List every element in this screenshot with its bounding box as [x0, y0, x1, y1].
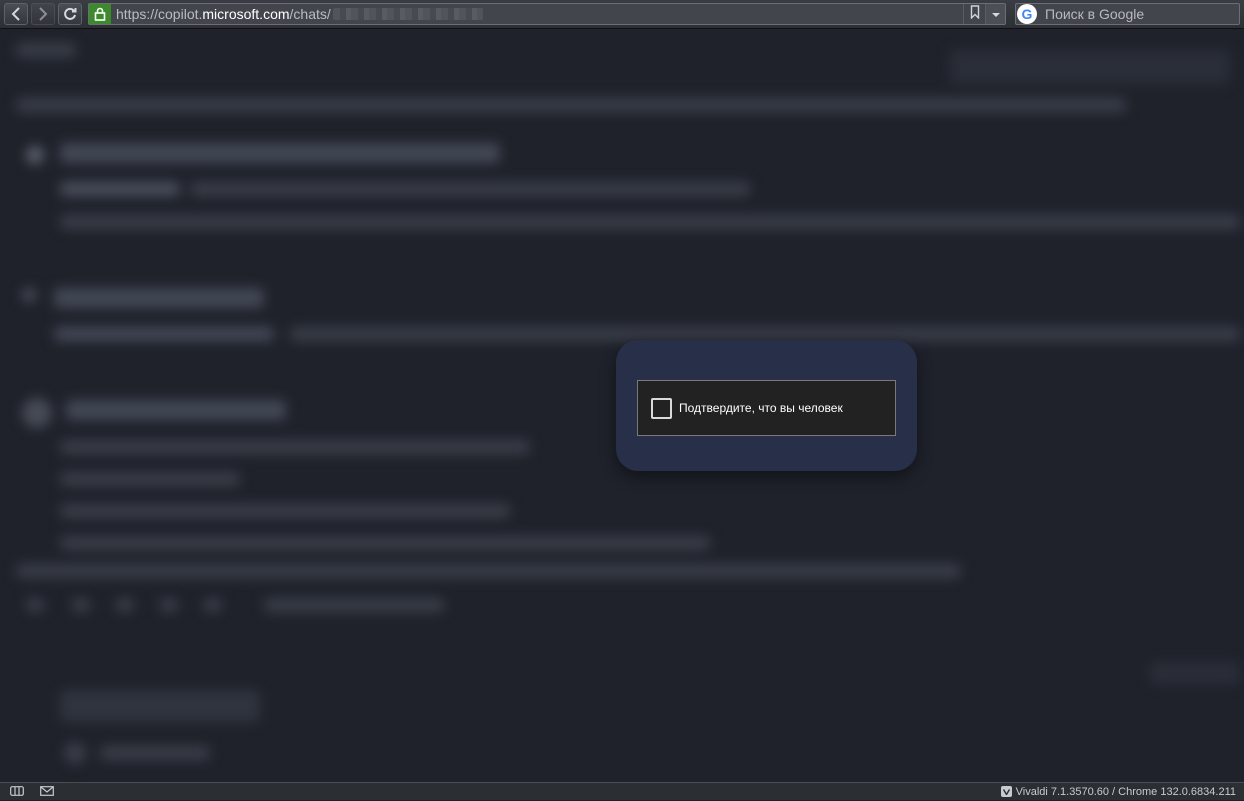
google-letter: G — [1021, 6, 1033, 22]
address-dropdown-button[interactable] — [985, 4, 1005, 24]
chevron-down-icon — [991, 5, 1001, 23]
back-button[interactable] — [4, 3, 28, 25]
panel-toggle-icon — [10, 783, 24, 801]
reload-button[interactable] — [58, 3, 82, 25]
page-content: Подтвердите, что вы человек — [0, 30, 1244, 782]
chevron-right-icon — [37, 7, 49, 21]
url-text[interactable]: https://copilot.microsoft.com/chats/ — [111, 6, 331, 22]
forward-button[interactable] — [31, 3, 55, 25]
chevron-left-icon — [10, 7, 22, 21]
bookmark-icon — [970, 4, 980, 24]
human-verification-checkbox[interactable] — [651, 397, 672, 419]
address-bar[interactable]: https://copilot.microsoft.com/chats/ — [88, 3, 1006, 25]
redacted-url-segment — [332, 8, 483, 20]
lock-icon[interactable] — [89, 4, 111, 24]
captcha-label: Подтвердите, что вы человек — [679, 401, 843, 415]
reload-icon — [63, 7, 77, 21]
bookmark-button[interactable] — [963, 4, 985, 24]
status-bar: Vivaldi 7.1.3570.60 / Chrome 132.0.6834.… — [0, 782, 1244, 800]
url-domain: microsoft.com — [202, 6, 290, 22]
url-path: /chats/ — [289, 6, 331, 22]
vivaldi-icon — [1000, 786, 1012, 797]
browser-toolbar: https://copilot.microsoft.com/chats/ G — [0, 0, 1244, 29]
panel-toggle-button[interactable] — [8, 785, 26, 799]
captcha-widget[interactable]: Подтвердите, что вы человек — [637, 380, 896, 436]
captcha-modal: Подтвердите, что вы человек — [616, 340, 917, 471]
version-text: Vivaldi 7.1.3570.60 / Chrome 132.0.6834.… — [1015, 785, 1236, 798]
search-bar[interactable]: G — [1015, 3, 1240, 25]
version-info: Vivaldi 7.1.3570.60 / Chrome 132.0.6834.… — [1000, 785, 1236, 798]
mail-button[interactable] — [38, 785, 56, 799]
google-icon[interactable]: G — [1017, 4, 1037, 24]
search-input[interactable] — [1037, 6, 1227, 22]
mail-icon — [40, 783, 54, 801]
url-prefix: https://copilot. — [116, 6, 203, 22]
